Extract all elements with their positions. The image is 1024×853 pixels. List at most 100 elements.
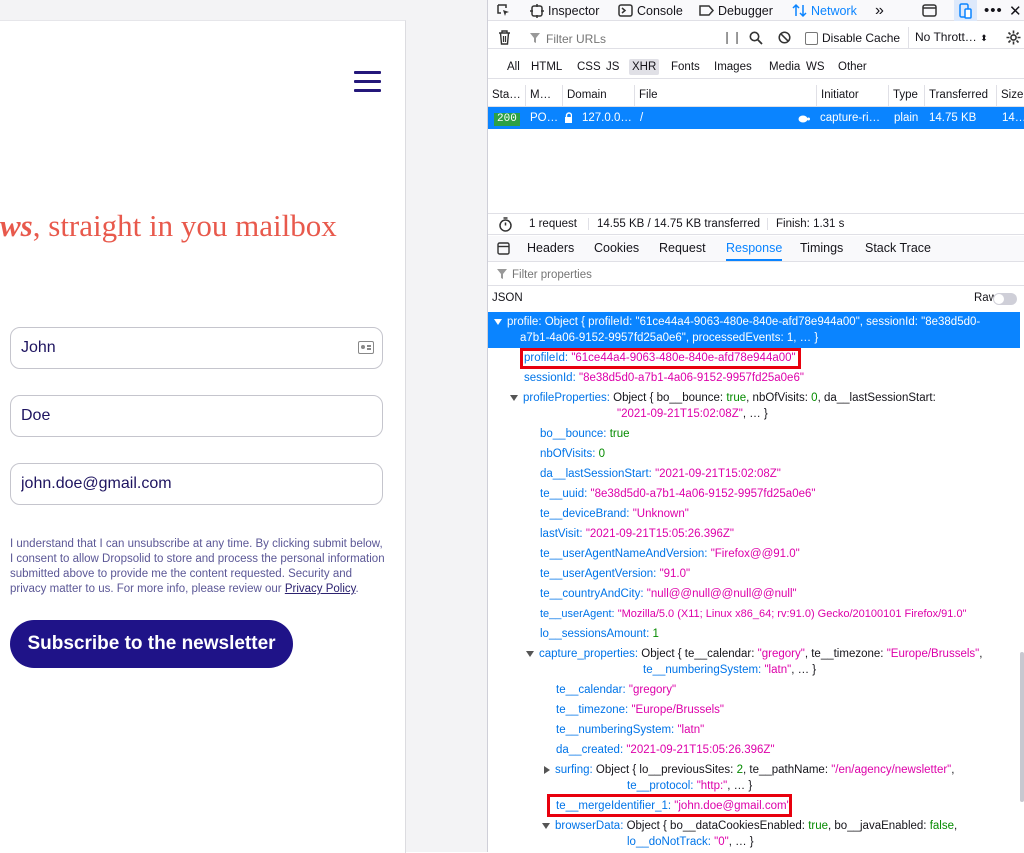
json-row-profile[interactable]: profile: Object { profileId: "61ce44a4-9… (488, 312, 1020, 348)
raw-toggle[interactable] (993, 293, 1017, 305)
json-row-uav[interactable]: te__userAgentVersion: "91.0" (540, 566, 690, 582)
json-row-surfing[interactable]: surfing: Object { lo__previousSites: 2, … (544, 762, 954, 778)
network-summary-bar: 1 request 14.55 KB / 14.75 KB transferre… (488, 213, 1024, 235)
filter-urls-input[interactable] (544, 30, 718, 48)
filter-chip-ws[interactable]: WS (803, 59, 828, 75)
toggle-sidebar-icon[interactable] (497, 242, 510, 255)
disable-cache-toggle[interactable]: Disable Cache (805, 31, 900, 45)
first-name-field[interactable] (10, 327, 383, 369)
gear-icon[interactable] (1006, 30, 1021, 45)
request-count: 1 request (529, 218, 577, 230)
lock-icon (564, 107, 572, 129)
col-method[interactable]: M… (525, 85, 562, 106)
filter-chip-css[interactable]: CSS (574, 59, 604, 75)
throttle-select[interactable]: No Thrott… ⬍ (908, 27, 988, 48)
filter-chip-other[interactable]: Other (835, 59, 870, 75)
tab-response[interactable]: Response (726, 236, 783, 261)
json-row-lastvisit[interactable]: lastVisit: "2021-09-21T15:05:26.396Z" (540, 526, 734, 542)
json-row-captureproperties[interactable]: capture_properties: Object { te__calenda… (526, 646, 982, 662)
network-filter-bar: ❘❘ Disable Cache No Thrott… ⬍ (488, 27, 1024, 49)
checkbox-icon[interactable] (805, 31, 818, 45)
first-name-input[interactable] (21, 328, 351, 368)
tab-console[interactable]: Console (618, 2, 683, 19)
filter-chip-html[interactable]: HTML (528, 59, 565, 75)
json-row-browserdata[interactable]: browserData: Object { bo__dataCookiesEna… (542, 818, 957, 834)
json-row-useragent[interactable]: te__userAgent: "Mozilla/5.0 (X11; Linux … (540, 606, 967, 622)
json-row-uanv[interactable]: te__userAgentNameAndVersion: "Firefox@@9… (540, 546, 800, 562)
filter-chip-media[interactable]: Media (766, 59, 803, 75)
highlight-box-profileid (520, 348, 801, 369)
json-row-lastsession[interactable]: da__lastSessionStart: "2021-09-21T15:02:… (540, 466, 781, 482)
more-tabs-chevron-icon[interactable]: » (875, 2, 884, 19)
subscribe-button[interactable]: Subscribe to the newsletter (10, 620, 293, 668)
request-domain: 127.0.0… (582, 112, 632, 124)
json-row-visits[interactable]: nbOfVisits: 0 (540, 446, 605, 462)
scrollbar-thumb[interactable] (1020, 652, 1024, 802)
request-transferred: 14.75 KB (929, 112, 977, 124)
dock-side-icon[interactable] (922, 2, 937, 19)
properties-filter-bar (488, 262, 1024, 286)
tab-stack-trace[interactable]: Stack Trace (865, 236, 931, 261)
filter-chip-images[interactable]: Images (711, 59, 755, 75)
trash-icon[interactable] (498, 30, 511, 45)
debugger-icon (699, 5, 714, 16)
close-devtools-icon[interactable]: ✕ (1009, 2, 1022, 20)
tab-debugger-label: Debugger (718, 3, 773, 18)
json-row-uuid[interactable]: te__uuid: "8e38d5d0-a7b1-4a06-9152-9957f… (540, 486, 815, 502)
network-icon (792, 3, 807, 18)
tab-network-label: Network (811, 3, 857, 18)
col-domain[interactable]: Domain (562, 85, 634, 106)
tab-cookies[interactable]: Cookies (594, 236, 639, 261)
highlight-box-mergeidentifier (547, 794, 792, 817)
hamburger-menu-icon[interactable] (354, 69, 381, 93)
tab-headers[interactable]: Headers (527, 236, 574, 261)
tab-timings[interactable]: Timings (800, 236, 843, 261)
filter-chip-js[interactable]: JS (603, 59, 622, 75)
json-row-sessionid[interactable]: sessionId: "8e38d5d0-a7b1-4a06-9152-9957… (524, 370, 804, 386)
col-initiator[interactable]: Initiator (816, 85, 888, 106)
element-picker-icon[interactable] (496, 2, 511, 19)
filter-chip-fonts[interactable]: Fonts (668, 59, 703, 75)
col-type[interactable]: Type (888, 85, 924, 106)
last-name-field[interactable] (10, 395, 383, 437)
contact-card-icon (358, 341, 374, 354)
json-row-timezone[interactable]: te__timezone: "Europe/Brussels" (556, 702, 724, 718)
email-input[interactable] (21, 464, 351, 504)
privacy-policy-link[interactable]: Privacy Policy (285, 583, 356, 595)
json-row-calendar[interactable]: te__calendar: "gregory" (556, 682, 676, 698)
block-icon[interactable] (778, 31, 791, 44)
col-file[interactable]: File (634, 85, 816, 106)
json-row-numbering[interactable]: te__numberingSystem: "latn" (556, 722, 704, 738)
col-transferred[interactable]: Transferred (924, 85, 996, 106)
search-icon[interactable] (749, 31, 763, 45)
details-tabs: Headers Cookies Request Response Timings… (488, 236, 1024, 262)
stopwatch-icon[interactable] (498, 217, 513, 232)
json-row-profileproperties[interactable]: profileProperties: Object { bo__bounce: … (510, 390, 936, 406)
disable-cache-label: Disable Cache (822, 31, 901, 45)
devtools-toolbar: Inspector Console Debugger Network » •••… (488, 0, 1024, 21)
table-row[interactable]: 200 PO… 127.0.0… / capture-ri… plain 14.… (488, 107, 1024, 129)
more-options-icon[interactable]: ••• (984, 2, 1003, 19)
pause-icon[interactable]: ❘❘ (722, 30, 742, 44)
json-row-created[interactable]: da__created: "2021-09-21T15:05:26.396Z" (556, 742, 775, 758)
last-name-input[interactable] (21, 396, 351, 436)
json-row-sessionsamount[interactable]: lo__sessionsAmount: 1 (540, 626, 659, 642)
inspector-icon (530, 3, 544, 18)
tab-inspector[interactable]: Inspector (530, 2, 599, 19)
email-field[interactable] (10, 463, 383, 505)
json-row-devicebrand[interactable]: te__deviceBrand: "Unknown" (540, 506, 689, 522)
filter-properties-input[interactable] (510, 266, 714, 284)
col-size[interactable]: Size (996, 85, 1024, 106)
responsive-mode-icon[interactable] (954, 0, 977, 21)
col-status[interactable]: Sta… (488, 85, 523, 106)
filter-chip-all[interactable]: All (504, 59, 523, 75)
devtools-panel: Inspector Console Debugger Network » •••… (487, 0, 1024, 852)
json-row-countrycity[interactable]: te__countryAndCity: "null@@null@@null@@n… (540, 586, 797, 602)
request-table-header: Sta… M… Domain File Initiator Type Trans… (488, 85, 1024, 107)
json-label: JSON (492, 292, 523, 304)
tab-debugger[interactable]: Debugger (699, 2, 773, 19)
json-row-bounce[interactable]: bo__bounce: true (540, 426, 630, 442)
tab-network[interactable]: Network (792, 2, 857, 19)
tab-request[interactable]: Request (659, 236, 706, 261)
filter-chip-xhr[interactable]: XHR (629, 59, 660, 75)
